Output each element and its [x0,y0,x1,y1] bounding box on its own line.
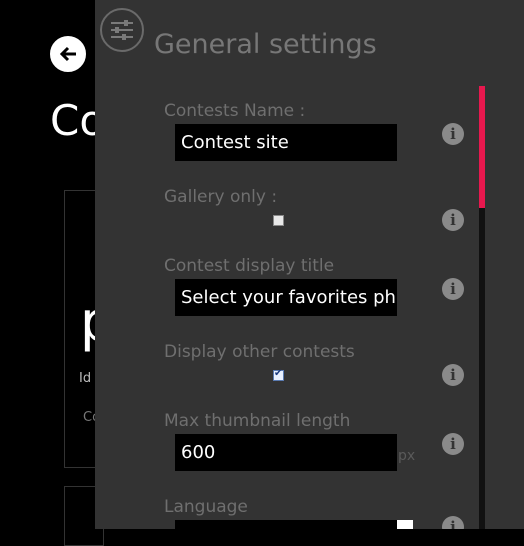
settings-sliders-icon[interactable] [100,8,144,52]
info-icon[interactable]: i [442,278,464,300]
info-icon[interactable]: i [442,209,464,231]
scrollbar-thumb[interactable] [479,86,485,208]
max-thumb-label: Max thumbnail length [164,411,351,431]
info-icon[interactable]: i [442,364,464,386]
gallery-only-label: Gallery only : [164,187,278,207]
back-button[interactable] [50,36,86,72]
card-id-label: Id [79,371,92,386]
language-select[interactable] [175,520,397,529]
display-title-label: Contest display title [164,256,335,276]
info-icon[interactable]: i [442,433,464,455]
arrow-left-icon [59,46,76,62]
checkmark-icon: ✔ [274,368,283,379]
dropdown-toggle[interactable] [397,520,413,529]
info-icon[interactable]: i [442,516,464,529]
display-title-input[interactable]: Select your favorites pho [175,279,397,316]
panel-title: General settings [154,29,377,60]
language-label: Language [164,497,248,517]
settings-flyout: General settings Contests Name : Contest… [95,0,524,529]
display-other-checkbox[interactable]: ✔ [273,368,284,381]
max-thumb-input[interactable]: 600 [175,434,397,471]
display-other-label: Display other contests [164,342,355,362]
contests-name-input[interactable]: Contest site [175,124,397,161]
contests-name-label: Contests Name : [164,101,306,121]
unit-label: px [398,448,416,464]
info-icon[interactable]: i [442,123,464,145]
gallery-only-checkbox[interactable] [273,215,284,226]
